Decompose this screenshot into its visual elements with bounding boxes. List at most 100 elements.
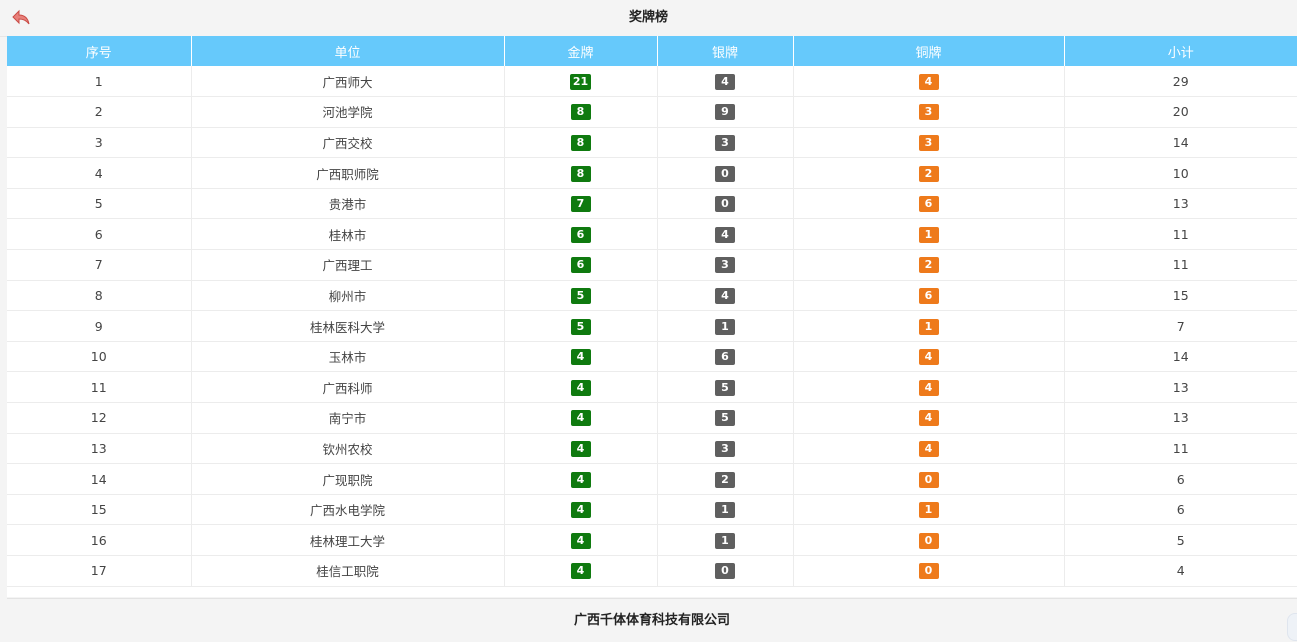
cell-silver: 9 — [657, 96, 794, 128]
cell-unit: 钦州农校 — [191, 433, 505, 465]
top-bar: 奖牌榜 — [0, 0, 1297, 37]
cell-unit: 广西职师院 — [191, 157, 505, 189]
gold-medal-badge: 5 — [570, 287, 591, 304]
silver-medal-badge: 9 — [715, 104, 735, 121]
cell-silver: 4 — [657, 280, 794, 312]
table-row[interactable]: 13 钦州农校 4 3 4 11 — [7, 433, 1297, 465]
silver-medal-badge: 0 — [715, 165, 735, 182]
table-row[interactable]: 15 广西水电学院 4 1 1 6 — [7, 494, 1297, 526]
table-row[interactable]: 6 桂林市 6 4 1 11 — [7, 218, 1297, 251]
cell-unit: 广西理工 — [191, 249, 505, 281]
cell-silver: 0 — [657, 555, 794, 587]
cell-bronze: 6 — [793, 280, 1065, 312]
cell-rank: 13 — [7, 433, 192, 465]
cell-total: 11 — [1064, 249, 1297, 281]
table-row[interactable]: 12 南宁市 4 5 4 13 — [7, 402, 1297, 434]
page-title: 奖牌榜 — [628, 10, 668, 25]
silver-medal-badge: 2 — [715, 471, 735, 488]
cell-gold: 4 — [504, 402, 658, 434]
gold-medal-badge: 4 — [570, 440, 591, 457]
bronze-medal-badge: 1 — [918, 502, 939, 519]
cell-rank: 7 — [7, 249, 192, 281]
table-header-row: 序号 单位 金牌 银牌 铜牌 小计 — [7, 36, 1297, 66]
bronze-medal-badge: 3 — [918, 104, 939, 121]
cell-silver: 5 — [657, 371, 794, 404]
cell-unit: 桂林理工大学 — [191, 524, 505, 556]
cell-unit: 南宁市 — [191, 402, 505, 434]
cell-gold: 4 — [504, 341, 658, 373]
cell-rank: 14 — [7, 463, 192, 495]
cell-bronze: 6 — [793, 188, 1065, 220]
cell-rank: 15 — [7, 494, 192, 526]
column-header-bronze[interactable]: 铜牌 — [793, 36, 1065, 66]
cell-total: 4 — [1064, 555, 1297, 587]
cell-total: 5 — [1064, 524, 1297, 556]
table-row[interactable]: 16 桂林理工大学 4 1 0 5 — [7, 524, 1297, 556]
cell-gold: 4 — [504, 463, 658, 495]
cell-bronze: 4 — [793, 371, 1065, 404]
floating-widget-edge[interactable] — [1287, 613, 1297, 641]
cell-unit: 柳州市 — [191, 280, 505, 312]
cell-gold: 8 — [504, 157, 658, 189]
cell-unit: 桂林医科大学 — [191, 310, 505, 342]
table-row[interactable]: 9 桂林医科大学 5 1 1 7 — [7, 310, 1297, 342]
gold-medal-badge: 8 — [570, 165, 591, 182]
cell-gold: 6 — [504, 218, 658, 251]
table-row[interactable]: 1 广西师大 21 4 4 29 — [7, 66, 1297, 98]
column-header-rank[interactable]: 序号 — [7, 36, 192, 66]
table-row[interactable]: 11 广西科师 4 5 4 13 — [7, 371, 1297, 404]
cell-bronze: 3 — [793, 127, 1065, 159]
cell-bronze: 1 — [793, 494, 1065, 526]
silver-medal-badge: 0 — [715, 196, 735, 213]
silver-medal-badge: 1 — [715, 318, 735, 335]
company-name: 广西千体体育科技有限公司 — [573, 613, 730, 628]
cell-rank: 17 — [7, 555, 192, 587]
silver-medal-badge: 3 — [715, 134, 735, 151]
cell-silver: 4 — [657, 66, 794, 98]
cell-silver: 5 — [657, 402, 794, 434]
silver-medal-badge: 1 — [715, 502, 735, 519]
table-row[interactable]: 2 河池学院 8 9 3 20 — [7, 96, 1297, 128]
cell-unit: 河池学院 — [191, 96, 505, 128]
cell-silver: 1 — [657, 310, 794, 342]
column-header-silver[interactable]: 银牌 — [657, 36, 794, 66]
gold-medal-badge: 4 — [570, 532, 591, 549]
silver-medal-badge: 3 — [715, 257, 735, 274]
cell-rank: 12 — [7, 402, 192, 434]
cell-rank: 4 — [7, 157, 192, 189]
cell-total: 13 — [1064, 402, 1297, 434]
cell-total: 20 — [1064, 96, 1297, 128]
cell-gold: 4 — [504, 555, 658, 587]
cell-total: 11 — [1064, 218, 1297, 251]
bronze-medal-badge: 2 — [918, 165, 939, 182]
column-header-total[interactable]: 小计 — [1064, 36, 1297, 66]
table-row[interactable]: 5 贵港市 7 0 6 13 — [7, 188, 1297, 220]
cell-total: 14 — [1064, 127, 1297, 159]
table-row[interactable]: 17 桂信工职院 4 0 0 4 — [7, 555, 1297, 587]
cell-silver: 0 — [657, 188, 794, 220]
medal-table-container[interactable]: 序号 单位 金牌 银牌 铜牌 小计 1 广西师大 21 4 4 29 2 河池学院 8 9 3 20 3… — [7, 36, 1297, 597]
table-row[interactable]: 8 柳州市 5 4 6 15 — [7, 280, 1297, 312]
cell-bronze: 4 — [793, 433, 1065, 465]
gold-medal-badge: 21 — [569, 73, 592, 90]
gold-medal-badge: 4 — [570, 502, 591, 519]
silver-medal-badge: 5 — [715, 379, 735, 396]
table-row[interactable]: 7 广西理工 6 3 2 11 — [7, 249, 1297, 281]
cell-rank: 2 — [7, 96, 192, 128]
silver-medal-badge: 4 — [715, 287, 735, 304]
cell-gold: 21 — [504, 66, 658, 98]
cell-rank: 10 — [7, 341, 192, 373]
cell-unit: 广西师大 — [191, 66, 505, 98]
table-row[interactable]: 10 玉林市 4 6 4 14 — [7, 341, 1297, 373]
table-row[interactable]: 14 广现职院 4 2 0 6 — [7, 463, 1297, 495]
cell-total: 6 — [1064, 463, 1297, 495]
column-header-unit[interactable]: 单位 — [191, 36, 505, 66]
column-header-gold[interactable]: 金牌 — [504, 36, 658, 66]
table-row[interactable]: 4 广西职师院 8 0 2 10 — [7, 157, 1297, 189]
cell-silver: 3 — [657, 249, 794, 281]
cell-gold: 6 — [504, 249, 658, 281]
gold-medal-badge: 8 — [570, 134, 591, 151]
cell-silver: 1 — [657, 524, 794, 556]
cell-rank: 16 — [7, 524, 192, 556]
table-row[interactable]: 3 广西交校 8 3 3 14 — [7, 127, 1297, 159]
